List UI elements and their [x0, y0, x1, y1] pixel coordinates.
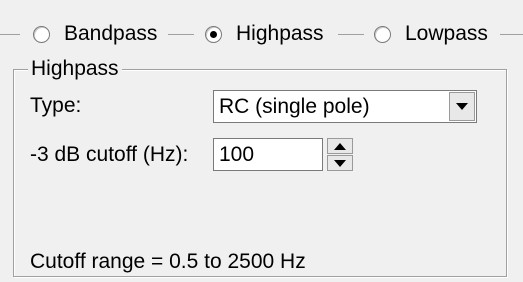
- arrow-up-icon: [334, 142, 346, 150]
- type-dropdown[interactable]: RC (single pole): [213, 90, 477, 123]
- spin-up-button[interactable]: [327, 138, 353, 154]
- arrow-down-icon: [334, 159, 346, 167]
- spin-down-button[interactable]: [327, 155, 353, 171]
- groupbox-title: Highpass: [28, 58, 122, 80]
- separator-line: [500, 34, 523, 35]
- separator-line: [338, 34, 364, 35]
- radio-indicator-lowpass[interactable]: [374, 25, 391, 43]
- radio-highpass[interactable]: Highpass: [205, 18, 324, 50]
- radio-selected-dot: [210, 30, 217, 38]
- radio-indicator-bandpass[interactable]: [33, 25, 50, 43]
- cutoff-input-value: 100: [219, 143, 255, 166]
- cutoff-range-text: Cutoff range = 0.5 to 2500 Hz: [30, 250, 306, 273]
- dropdown-arrow-button[interactable]: [449, 92, 475, 121]
- cutoff-spinner[interactable]: [327, 138, 353, 171]
- radio-label-highpass[interactable]: Highpass: [236, 22, 324, 46]
- type-label: Type:: [30, 94, 82, 117]
- radio-label-bandpass[interactable]: Bandpass: [64, 22, 157, 46]
- radio-bandpass[interactable]: Bandpass: [33, 18, 157, 50]
- radio-indicator-highpass[interactable]: [205, 25, 222, 43]
- cutoff-label: -3 dB cutoff (Hz):: [30, 143, 189, 166]
- chevron-down-icon: [456, 103, 468, 110]
- cutoff-input[interactable]: 100: [213, 138, 323, 171]
- radio-lowpass[interactable]: Lowpass: [374, 18, 488, 50]
- separator-line: [168, 34, 194, 35]
- separator-line: [0, 34, 20, 35]
- radio-label-lowpass[interactable]: Lowpass: [405, 22, 488, 46]
- type-dropdown-value: RC (single pole): [219, 95, 370, 118]
